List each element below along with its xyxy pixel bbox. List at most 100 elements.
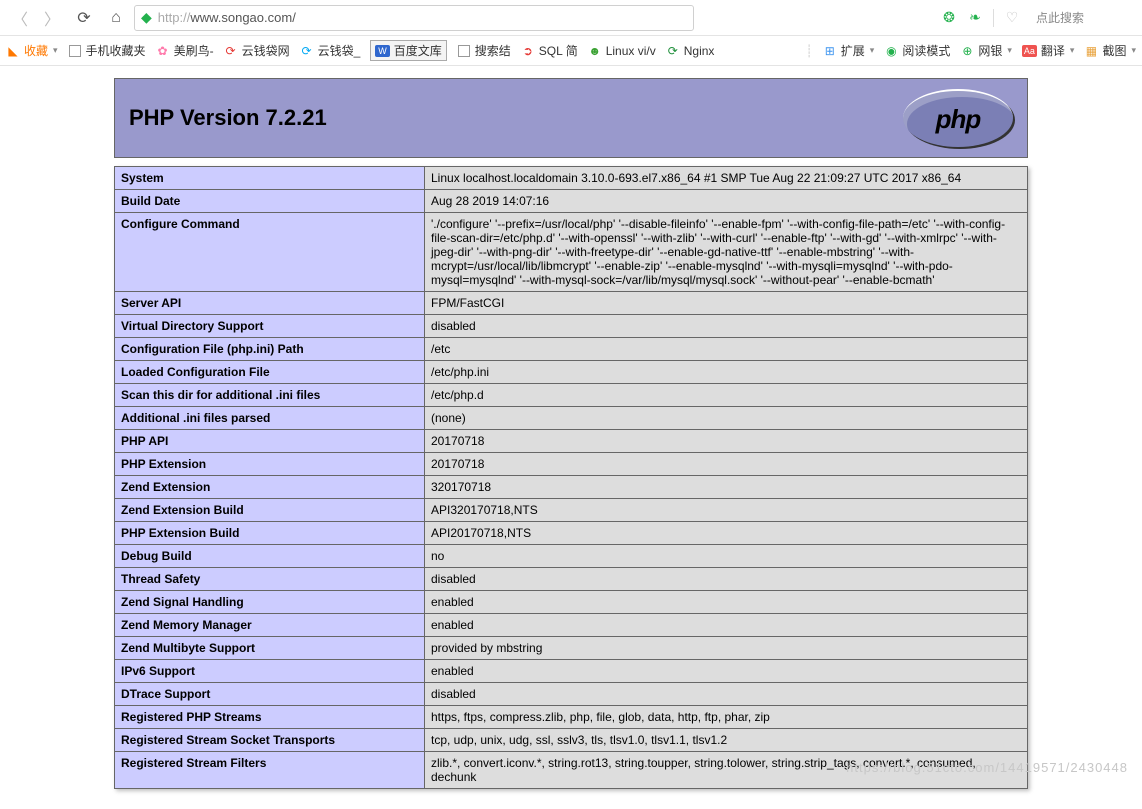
bm-label: 收藏 <box>24 42 48 59</box>
nginx-icon: ⟳ <box>666 44 680 58</box>
translate-icon: Aa <box>1022 45 1037 57</box>
bm-search-result[interactable]: 搜索结 <box>457 42 511 59</box>
table-row: Additional .ini files parsed(none) <box>115 407 1028 430</box>
cloud-icon: ⟳ <box>224 44 238 58</box>
config-value: 320170718 <box>425 476 1028 499</box>
reload-button[interactable]: ⟳ <box>70 4 98 32</box>
sql-icon: ➲ <box>521 44 535 58</box>
config-key: Debug Build <box>115 545 425 568</box>
bm-label: 百度文库 <box>394 42 442 59</box>
bm-translate[interactable]: Aa 翻译 ▾ <box>1022 42 1075 59</box>
table-row: Zend Signal Handlingenabled <box>115 591 1028 614</box>
table-row: Registered PHP Streamshttps, ftps, compr… <box>115 706 1028 729</box>
leaf-icon[interactable]: ❧ <box>967 10 983 26</box>
table-row: Zend Extension320170718 <box>115 476 1028 499</box>
config-key: Registered PHP Streams <box>115 706 425 729</box>
heart-icon[interactable]: ♡ <box>1004 10 1020 26</box>
config-key: PHP API <box>115 430 425 453</box>
php-logo-text: php <box>936 104 981 135</box>
back-button[interactable]: 〈 <box>6 4 34 32</box>
config-value: no <box>425 545 1028 568</box>
table-row: Configure Command'./configure' '--prefix… <box>115 213 1028 292</box>
config-key: PHP Extension <box>115 453 425 476</box>
bm-sql[interactable]: ➲ SQL 简 <box>521 42 578 59</box>
bank-icon: ⊕ <box>960 44 974 58</box>
bm-reader-mode[interactable]: ◉ 阅读模式 <box>884 42 950 59</box>
bm-screenshot[interactable]: ▦ 截图 ▾ <box>1084 42 1136 59</box>
config-value: enabled <box>425 591 1028 614</box>
forward-button[interactable]: 〉 <box>38 4 66 32</box>
bm-label: Nginx <box>684 44 715 58</box>
config-key: Virtual Directory Support <box>115 315 425 338</box>
config-key: IPv6 Support <box>115 660 425 683</box>
grid-icon: ⊞ <box>823 44 837 58</box>
bm-bank[interactable]: ⊕ 网银 ▾ <box>960 42 1012 59</box>
config-key: Loaded Configuration File <box>115 361 425 384</box>
table-row: Configuration File (php.ini) Path/etc <box>115 338 1028 361</box>
bm-label: 手机收藏夹 <box>86 42 146 59</box>
search-hint[interactable]: 点此搜索 <box>1030 9 1130 26</box>
table-row: Loaded Configuration File/etc/php.ini <box>115 361 1028 384</box>
table-row: Registered Stream Socket Transportstcp, … <box>115 729 1028 752</box>
config-value: https, ftps, compress.zlib, php, file, g… <box>425 706 1028 729</box>
config-key: Zend Memory Manager <box>115 614 425 637</box>
table-row: Virtual Directory Supportdisabled <box>115 315 1028 338</box>
browser-toolbar: 〈 〉 ⟳ ⌂ ◆ http://www.songao.com/ ❂ ❧ ♡ 点… <box>0 0 1142 36</box>
config-value: disabled <box>425 568 1028 591</box>
table-row: Zend Memory Managerenabled <box>115 614 1028 637</box>
config-key: Build Date <box>115 190 425 213</box>
bm-mobile-fav[interactable]: 手机收藏夹 <box>68 42 146 59</box>
url-scheme: http:// <box>158 10 191 25</box>
config-value: FPM/FastCGI <box>425 292 1028 315</box>
config-key: Zend Signal Handling <box>115 591 425 614</box>
config-value: disabled <box>425 683 1028 706</box>
page-icon <box>457 44 471 58</box>
config-key: Scan this dir for additional .ini files <box>115 384 425 407</box>
bm-label: 扩展 <box>841 42 865 59</box>
bm-linux[interactable]: ☻ Linux vi/v <box>588 44 656 58</box>
home-button[interactable]: ⌂ <box>102 4 130 32</box>
watermark: https://blog.51cto.com/14419571/2430448 <box>846 760 1128 775</box>
bm-label: SQL 简 <box>539 42 578 59</box>
page-content: PHP Version 7.2.21 php SystemLinux local… <box>0 66 1142 809</box>
baidu-icon: W <box>375 45 390 57</box>
reader-icon: ◉ <box>884 44 898 58</box>
config-value: Aug 28 2019 14:07:16 <box>425 190 1028 213</box>
config-value: API20170718,NTS <box>425 522 1028 545</box>
table-row: Server APIFPM/FastCGI <box>115 292 1028 315</box>
bm-label: 翻译 <box>1041 42 1065 59</box>
config-key: System <box>115 167 425 190</box>
config-key: Zend Extension Build <box>115 499 425 522</box>
chevron-down-icon: ▾ <box>1070 45 1075 56</box>
bm-meishua[interactable]: ✿ 美刷鸟- <box>156 42 214 59</box>
bm-nginx[interactable]: ⟳ Nginx <box>666 44 715 58</box>
address-bar[interactable]: ◆ http://www.songao.com/ <box>134 5 694 31</box>
url-text: http://www.songao.com/ <box>158 10 296 25</box>
url-host: www.songao.com/ <box>190 10 296 25</box>
php-header: PHP Version 7.2.21 php <box>114 78 1028 158</box>
table-row: PHP Extension BuildAPI20170718,NTS <box>115 522 1028 545</box>
linux-icon: ☻ <box>588 44 602 58</box>
bookmarks-menu[interactable]: ◣ 收藏 ▾ <box>6 42 58 59</box>
config-key: Configure Command <box>115 213 425 292</box>
table-row: Zend Extension BuildAPI320170718,NTS <box>115 499 1028 522</box>
flower-icon: ✿ <box>156 44 170 58</box>
config-key: Registered Stream Filters <box>115 752 425 789</box>
cert-icon[interactable]: ❂ <box>941 10 957 26</box>
bm-extensions[interactable]: ⊞ 扩展 ▾ <box>823 42 875 59</box>
table-row: Build DateAug 28 2019 14:07:16 <box>115 190 1028 213</box>
config-value: (none) <box>425 407 1028 430</box>
divider: ┊ <box>806 44 813 58</box>
chevron-down-icon: ▾ <box>1007 45 1012 56</box>
config-value: API320170718,NTS <box>425 499 1028 522</box>
bm-yunqiandai-2[interactable]: ⟳ 云钱袋_ <box>300 42 361 59</box>
bm-yunqiandai-1[interactable]: ⟳ 云钱袋网 <box>224 42 290 59</box>
bm-label: 网银 <box>978 42 1002 59</box>
config-value: tcp, udp, unix, udg, ssl, sslv3, tls, tl… <box>425 729 1028 752</box>
config-value: /etc/php.ini <box>425 361 1028 384</box>
config-key: Additional .ini files parsed <box>115 407 425 430</box>
table-row: IPv6 Supportenabled <box>115 660 1028 683</box>
config-value: /etc <box>425 338 1028 361</box>
bm-baidu-wenku[interactable]: W 百度文库 <box>370 40 447 61</box>
table-row: PHP API20170718 <box>115 430 1028 453</box>
